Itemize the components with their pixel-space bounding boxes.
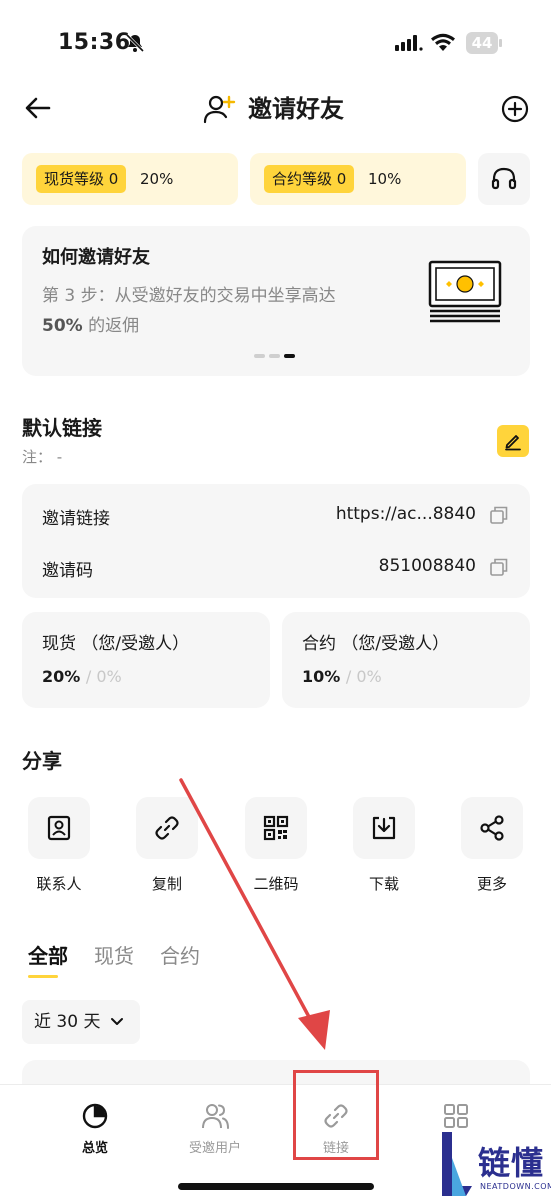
period-dropdown-value: 近 30 天 xyxy=(34,1012,101,1032)
contract-commission-value: 10% / 0% xyxy=(302,667,382,686)
page-title: 邀请好友 xyxy=(248,95,344,123)
support-button[interactable] xyxy=(478,153,530,205)
invite-code-value: 851008840 xyxy=(378,556,476,576)
period-dropdown[interactable]: 近 30 天 xyxy=(22,1000,140,1044)
nav-invited-users-label: 受邀用户 xyxy=(188,1141,241,1156)
default-link-title: 默认链接 xyxy=(22,416,102,440)
share-copy-button[interactable]: 复制 xyxy=(136,797,198,894)
share-qr-button[interactable]: 二维码 xyxy=(245,797,307,894)
status-time: 15:36 xyxy=(58,30,131,55)
spot-commission-value: 20% / 0% xyxy=(42,667,122,686)
chevron-down-icon xyxy=(111,1018,123,1025)
bell-muted-icon xyxy=(125,33,145,53)
cash-stack-icon xyxy=(428,260,502,323)
nav-overview[interactable]: 总览 xyxy=(50,1101,140,1156)
status-bar: 15:36 44 xyxy=(0,0,551,80)
contract-level-card: 合约等级 0 10% xyxy=(250,153,466,205)
pie-chart-icon xyxy=(82,1103,108,1129)
back-arrow-icon[interactable] xyxy=(22,92,54,124)
active-tab-indicator xyxy=(28,975,58,978)
how-to-invite-description: 第 3 步：从受邀好友的交易中坐享高达 50% 的返佣 xyxy=(42,286,336,336)
invite-link-label: 邀请链接 xyxy=(42,509,110,529)
invite-link-value: https://ac...8840 xyxy=(335,504,476,524)
grid-icon xyxy=(444,1104,468,1128)
users-icon xyxy=(202,1104,229,1129)
qr-code-icon xyxy=(263,815,289,841)
nav-overview-label: 总览 xyxy=(81,1141,108,1156)
spot-level-card: 现货等级 0 20% xyxy=(22,153,238,205)
spot-commission-label: 现货 （您/受邀人） xyxy=(42,634,190,654)
contract-level-rate: 10% xyxy=(368,170,402,188)
invite-code-label: 邀请码 xyxy=(42,561,93,581)
share-contacts-label: 联系人 xyxy=(36,875,82,893)
annotation-highlight-box xyxy=(293,1070,379,1160)
header: 邀请好友 xyxy=(0,80,551,140)
share-title: 分享 xyxy=(22,749,62,773)
carousel-dots xyxy=(254,354,298,358)
add-user-icon xyxy=(203,95,236,124)
contact-icon xyxy=(47,815,71,841)
share-qr-label: 二维码 xyxy=(253,875,299,893)
tab-spot[interactable]: 现货 xyxy=(94,940,134,969)
invite-link-card: 邀请链接 https://ac...8840 邀请码 851008840 xyxy=(22,484,530,598)
nav-invited-users[interactable]: 受邀用户 xyxy=(170,1101,260,1156)
edit-link-button[interactable] xyxy=(497,425,529,457)
headset-icon xyxy=(491,167,517,190)
neatdown-logo-icon xyxy=(442,1132,472,1196)
spot-level-rate: 20% xyxy=(140,170,174,188)
how-to-invite-card[interactable]: 如何邀请好友 第 3 步：从受邀好友的交易中坐享高达 50% 的返佣 xyxy=(22,226,530,376)
share-more-label: 更多 xyxy=(476,875,507,893)
contract-level-badge: 合约等级 0 xyxy=(264,165,355,193)
share-copy-label: 复制 xyxy=(151,875,182,893)
copy-code-icon[interactable] xyxy=(488,556,510,578)
battery-icon: 44 xyxy=(466,32,502,54)
wifi-icon xyxy=(431,33,455,51)
share-download-label: 下载 xyxy=(368,875,399,893)
download-icon xyxy=(372,816,396,840)
plus-circle-icon[interactable] xyxy=(500,94,530,124)
link-note: 注： - xyxy=(22,448,63,466)
tab-contract[interactable]: 合约 xyxy=(160,940,200,969)
contract-commission-label: 合约 （您/受邀人） xyxy=(302,634,450,654)
tab-all[interactable]: 全部 xyxy=(28,940,68,969)
how-to-invite-title: 如何邀请好友 xyxy=(42,247,150,268)
watermark-text: 链懂 xyxy=(478,1144,545,1182)
link-icon xyxy=(155,816,179,840)
home-indicator xyxy=(178,1183,374,1190)
pencil-icon xyxy=(505,435,521,451)
share-more-button[interactable]: 更多 xyxy=(461,797,523,894)
share-contacts-button[interactable]: 联系人 xyxy=(28,797,90,894)
copy-link-icon[interactable] xyxy=(488,504,510,526)
battery-level: 44 xyxy=(466,32,498,54)
cellular-signal-icon xyxy=(395,35,423,51)
watermark-subtext: NEATDOWN.COM xyxy=(480,1182,551,1191)
watermark-logo: 链懂 NEATDOWN.COM xyxy=(436,1128,551,1200)
share-icon xyxy=(480,815,504,841)
share-download-button[interactable]: 下载 xyxy=(353,797,415,894)
spot-commission-card: 现货 （您/受邀人） 20% / 0% xyxy=(22,612,270,708)
contract-commission-card: 合约 （您/受邀人） 10% / 0% xyxy=(282,612,530,708)
spot-level-badge: 现货等级 0 xyxy=(36,165,127,193)
